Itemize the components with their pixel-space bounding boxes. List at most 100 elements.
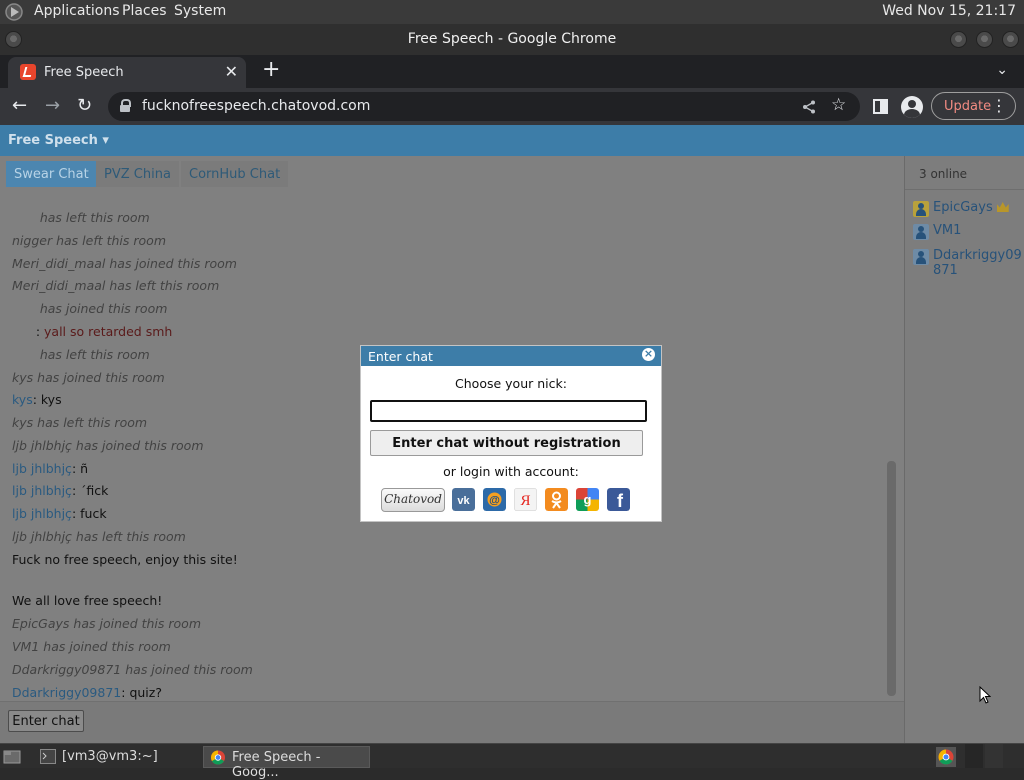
message-nick[interactable]: kys — [12, 415, 33, 430]
url-text[interactable]: fucknofreespeech.chatovod.com — [142, 98, 370, 114]
message-text: has left this room — [39, 210, 150, 225]
message-text: has joined this room — [109, 256, 237, 271]
room-tab-cornhub-chat[interactable]: CornHub Chat — [181, 161, 289, 187]
message-nick[interactable] — [12, 347, 36, 362]
message-text: fuck — [80, 506, 107, 521]
kebab-menu-icon[interactable]: ⋮ — [991, 96, 1007, 115]
window-titlebar[interactable]: Free Speech - Google Chrome — [0, 24, 1024, 55]
message-text: has joined this room — [43, 639, 171, 654]
profile-avatar-icon[interactable] — [901, 96, 923, 118]
enter-chat-dialog: Enter chat × Choose your nick: Enter cha… — [360, 345, 662, 522]
tab-search-chevron-icon[interactable]: ⌄ — [996, 62, 1008, 78]
user-name[interactable]: VM1 — [933, 223, 1024, 238]
distro-logo-icon[interactable] — [4, 2, 26, 22]
site-header: Free Speech ▾ — [0, 125, 1024, 156]
new-tab-button[interactable]: + — [262, 59, 280, 81]
chat-message: Ddarkriggy09871: quiz? — [12, 685, 162, 700]
message-nick[interactable]: Meri_didi_maal — [12, 256, 105, 271]
message-text: has left this room — [37, 415, 148, 430]
chat-message: EpicGays has joined this room — [12, 616, 201, 631]
user-name[interactable]: EpicGays — [933, 200, 993, 215]
message-nick[interactable] — [12, 210, 36, 225]
chatovod-login-button[interactable]: Chatovod — [381, 488, 445, 512]
minimize-button[interactable] — [950, 31, 967, 48]
chat-message: has joined this room — [12, 301, 168, 316]
site-favicon-icon — [20, 64, 36, 80]
close-icon[interactable]: × — [642, 348, 655, 361]
nick-input[interactable] — [370, 400, 647, 422]
chat-message: kys has left this room — [12, 415, 147, 430]
chat-input-bar: Enter chat — [0, 701, 904, 743]
chat-scrollbar[interactable] — [887, 461, 896, 696]
yandex-login-icon[interactable]: Я — [514, 488, 537, 511]
address-bar[interactable]: fucknofreespeech.chatovod.com ☆ — [108, 92, 860, 121]
back-button[interactable]: ← — [12, 96, 27, 116]
message-nick[interactable]: Ddarkriggy09871 — [12, 685, 121, 700]
message-text: kys — [40, 392, 62, 407]
close-window-button[interactable] — [1002, 31, 1019, 48]
room-tab-swear-chat[interactable]: Swear Chat — [6, 161, 97, 187]
message-nick[interactable] — [12, 301, 36, 316]
message-nick[interactable]: ljb jhlbhjç — [12, 461, 72, 476]
side-panel-icon[interactable] — [873, 99, 888, 114]
share-icon[interactable] — [802, 100, 816, 114]
message-nick[interactable]: ljb jhlbhjç — [12, 483, 72, 498]
message-text: has left this room — [75, 529, 186, 544]
message-nick[interactable] — [12, 324, 36, 339]
clock[interactable]: Wed Nov 15, 21:17 — [882, 3, 1016, 19]
message-nick[interactable]: ljb jhlbhjç — [12, 506, 72, 521]
message-text: has joined this room — [125, 662, 253, 677]
taskbar-item-chrome[interactable]: Free Speech - Goog... — [203, 746, 370, 780]
vk-login-icon[interactable]: vk — [452, 488, 475, 511]
chat-message: We all love free speech! — [12, 593, 162, 608]
message-nick[interactable]: Ddarkriggy09871 — [12, 662, 121, 677]
message-nick[interactable]: EpicGays — [12, 616, 69, 631]
mailru-login-icon[interactable]: @ — [483, 488, 506, 511]
taskbar-item-terminal[interactable]: [vm3@vm3:~] — [34, 746, 196, 768]
users-panel: 3 online EpicGays VM1 Ddarkriggy09871 — [904, 156, 1024, 743]
message-text: ´fick — [80, 483, 109, 498]
message-nick[interactable]: kys — [12, 392, 33, 407]
message-nick[interactable]: ljb jhlbhjç — [12, 529, 72, 544]
facebook-login-icon[interactable]: f — [607, 488, 630, 511]
message-text: has joined this room — [37, 370, 165, 385]
bookmark-star-icon[interactable]: ☆ — [831, 95, 846, 115]
menu-system[interactable]: System — [174, 3, 226, 19]
user-icon — [913, 201, 929, 217]
taskbar: [vm3@vm3:~] Free Speech - Goog... — [0, 743, 1024, 780]
site-brand-menu[interactable]: Free Speech ▾ — [8, 133, 109, 148]
menu-applications[interactable]: Applications — [34, 3, 120, 19]
message-nick[interactable]: kys — [12, 370, 33, 385]
google-login-icon[interactable]: g — [576, 488, 599, 511]
maximize-button[interactable] — [976, 31, 993, 48]
lock-icon[interactable] — [120, 99, 131, 112]
odnoklassniki-login-icon[interactable] — [545, 488, 568, 511]
enter-chat-button[interactable]: Enter chat — [8, 710, 84, 732]
browser-tab[interactable]: Free Speech ✕ — [8, 57, 246, 88]
forward-button[interactable]: → — [45, 96, 60, 116]
workspace-2[interactable] — [985, 744, 1003, 768]
svg-text:g: g — [584, 492, 592, 507]
taskbar-item-label: [vm3@vm3:~] — [62, 749, 158, 764]
close-tab-icon[interactable]: ✕ — [225, 62, 238, 81]
window-title: Free Speech - Google Chrome — [407, 31, 617, 47]
update-button[interactable]: Update ⋮ — [931, 92, 1016, 120]
enter-without-registration-button[interactable]: Enter chat without registration — [370, 430, 643, 456]
menu-places[interactable]: Places — [122, 3, 167, 19]
reload-button[interactable]: ↻ — [77, 96, 92, 116]
room-tab-pvz-china[interactable]: PVZ China — [96, 161, 179, 187]
message-nick[interactable]: VM1 — [12, 639, 39, 654]
taskbar-item-label: Free Speech - Goog... — [232, 750, 321, 780]
chat-message: ljb jhlbhjç: ñ — [12, 461, 89, 476]
show-desktop-icon[interactable] — [3, 748, 21, 764]
message-nick[interactable]: ljb jhlbhjç — [12, 438, 72, 453]
chat-message: nigger has left this room — [12, 233, 166, 248]
message-text: has joined this room — [73, 616, 201, 631]
tray-chrome-icon[interactable] — [936, 747, 956, 767]
svg-text:vk: vk — [457, 495, 470, 507]
workspace-1[interactable] — [965, 744, 983, 768]
message-nick[interactable]: Meri_didi_maal — [12, 278, 105, 293]
user-name[interactable]: Ddarkriggy09871 — [933, 248, 1024, 278]
message-nick[interactable]: nigger — [12, 233, 52, 248]
chrome-icon — [210, 750, 226, 765]
